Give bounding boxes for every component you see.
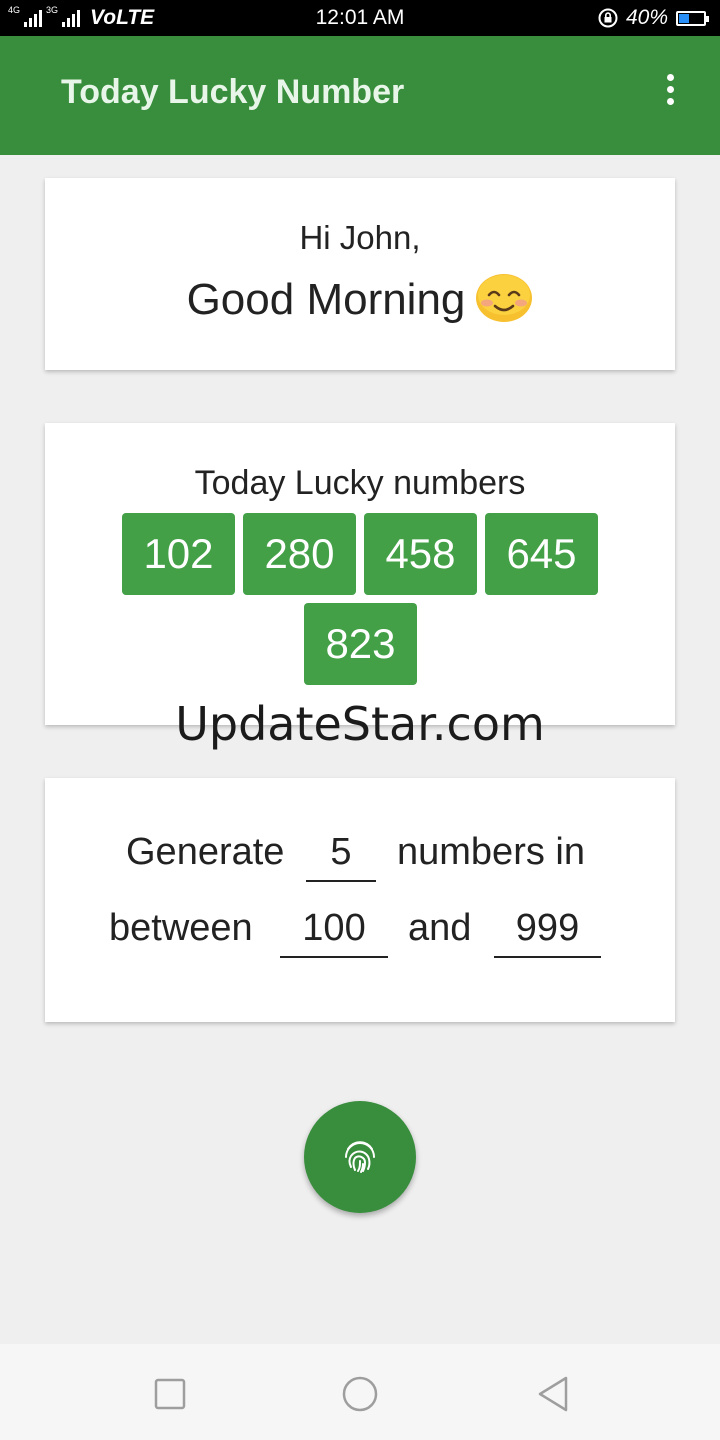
app-bar: Today Lucky Number	[0, 36, 720, 155]
status-right: 40%	[598, 6, 709, 30]
smiling-face-icon	[476, 274, 533, 323]
greeting-message: Good Morning	[186, 275, 466, 324]
generate-fab-button[interactable]	[304, 1101, 416, 1213]
greeting-card: Hi John, Good Morning	[45, 178, 675, 370]
lucky-number-chip: 280	[243, 513, 356, 595]
battery-fill	[679, 13, 689, 23]
between-label: between	[109, 907, 253, 949]
and-label: and	[408, 907, 472, 949]
navigation-bar	[0, 1344, 720, 1440]
generator-card: Generate numbers in between and	[45, 778, 675, 1022]
watermark: UpdateStar.com	[175, 697, 545, 751]
lucky-numbers-title: Today Lucky numbers	[194, 464, 526, 502]
rotation-lock-icon	[598, 8, 618, 28]
circle-icon[interactable]	[338, 1372, 382, 1416]
triangle-back-icon[interactable]	[532, 1372, 576, 1416]
greeting-name: Hi John,	[299, 219, 421, 256]
app-title: Today Lucky Number	[61, 73, 405, 111]
more-vert-icon[interactable]	[660, 74, 680, 108]
battery-icon	[676, 10, 709, 26]
battery-percent: 40%	[625, 6, 668, 29]
square-icon[interactable]	[148, 1372, 192, 1416]
min-field[interactable]	[280, 906, 388, 958]
greeting-message-row: Good Morning	[45, 274, 675, 327]
lucky-number-chip: 458	[364, 513, 477, 595]
max-field[interactable]	[494, 906, 601, 958]
status-bar: 4G 3G VoLTE 12:01 AM 40%	[0, 0, 720, 36]
lucky-number-chip: 645	[485, 513, 598, 595]
lucky-numbers-card: Today Lucky numbers 102 280 458 645 823	[45, 423, 675, 725]
fingerprint-icon	[345, 1141, 375, 1173]
lucky-number-chip: 102	[122, 513, 235, 595]
lucky-number-chip: 823	[304, 603, 417, 685]
generate-label: Generate	[126, 831, 285, 873]
count-field[interactable]	[306, 830, 376, 882]
numbers-in-label: numbers in	[397, 831, 585, 873]
